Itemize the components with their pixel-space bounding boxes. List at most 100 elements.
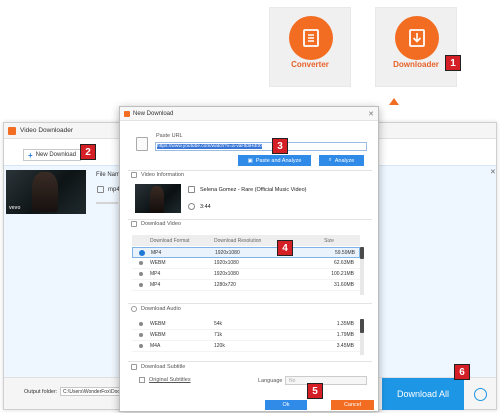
alarm-clock-icon[interactable]: [474, 388, 487, 401]
row-size: 1.79MB: [336, 332, 354, 338]
video-info-label: Video Information: [141, 172, 185, 178]
row-size: 100.21MB: [331, 271, 354, 277]
search-icon: ⌕: [328, 157, 332, 163]
format-icon: [97, 186, 104, 193]
dialog-app-icon: [124, 110, 130, 117]
row-size: 3.45MB: [336, 343, 354, 349]
row-resolution: 1280x720: [214, 282, 236, 288]
download-audio-header: Download Audio: [131, 305, 181, 313]
original-subtitles-label[interactable]: Original Subtitles: [149, 377, 191, 383]
row-format: WEBM: [150, 321, 166, 327]
converter-icon: [289, 16, 333, 60]
row-format: MP4: [150, 271, 161, 277]
close-task-icon[interactable]: ✕: [490, 168, 496, 176]
download-subtitle-header: Download Subtitle: [131, 363, 185, 371]
radio[interactable]: [139, 272, 143, 276]
video-scrollbar[interactable]: [360, 247, 364, 295]
step-badge-6: 6: [454, 364, 470, 380]
music-icon: [188, 186, 195, 193]
video-info-thumbnail: [135, 184, 181, 213]
col-format: Download Format: [150, 237, 190, 244]
pointer-triangle: [389, 98, 399, 105]
app-icon: [8, 126, 16, 135]
converter-label: Converter: [291, 60, 329, 69]
clock-icon: [188, 203, 195, 210]
video-table: MP4 1920x1080 59.59MB WEBM 1920x1080 62.…: [132, 247, 360, 291]
video-duration: 3:44: [200, 204, 211, 210]
table-row[interactable]: MP4 1920x1080 59.59MB: [132, 247, 360, 258]
download-video-label: Download Video: [141, 221, 181, 227]
window-title: Video Downloader: [20, 127, 73, 134]
cancel-button[interactable]: Cancel: [331, 400, 374, 410]
plus-icon: +: [28, 150, 33, 160]
step-badge-2: 2: [80, 144, 96, 160]
clipboard-icon: [136, 137, 148, 151]
downloader-label: Downloader: [393, 60, 439, 69]
format-label: mp4: [108, 187, 120, 193]
radio[interactable]: [139, 261, 143, 265]
subtitle-icon: [131, 364, 137, 370]
row-resolution: 1920x1080: [214, 271, 239, 277]
step-badge-3: 3: [272, 138, 288, 154]
row-size: 31.60MB: [333, 282, 354, 288]
row-format: MP4: [151, 249, 162, 256]
download-subtitle-label: Download Subtitle: [141, 364, 186, 370]
thumb-brand: vevo: [9, 205, 21, 211]
table-row[interactable]: MP4 1920x1080 100.21MB: [132, 269, 360, 280]
video-title: Selena Gomez - Rare (Official Music Vide…: [200, 187, 307, 193]
radio[interactable]: [139, 322, 143, 326]
row-bitrate: 120k: [214, 343, 225, 349]
language-select[interactable]: No: [285, 376, 367, 385]
language-label: Language: [258, 378, 283, 384]
progress-bar: [96, 202, 118, 204]
original-subtitles-checkbox[interactable]: [139, 377, 145, 383]
downloader-tile[interactable]: Downloader: [375, 7, 457, 87]
divider: [128, 303, 372, 304]
radio-selected[interactable]: [139, 249, 145, 256]
screen: Converter Downloader 1 Video Downloader …: [0, 0, 500, 413]
row-size: 59.59MB: [334, 249, 355, 256]
table-row[interactable]: WEBM 1920x1080 62.63MB: [132, 258, 360, 269]
dialog-title: New Download: [133, 110, 174, 117]
row-bitrate: 71k: [214, 332, 223, 338]
table-row[interactable]: WEBM 71k 1.79MB: [132, 330, 360, 341]
table-row[interactable]: MP4 1280x720 31.60MB: [132, 280, 360, 291]
row-format: WEBM: [150, 332, 166, 338]
audio-table: WEBM 54k 1.35MB WEBM 71k 1.79MB M4A 120k…: [132, 319, 360, 352]
download-all-button[interactable]: Download All: [382, 378, 464, 410]
new-download-button[interactable]: + New Download: [23, 149, 81, 161]
url-input[interactable]: https://www.youtube.com/watch?v=a-vaHtdi…: [155, 142, 367, 151]
download-audio-label: Download Audio: [141, 306, 181, 312]
url-value: https://www.youtube.com/watch?v=a-vaHtdi…: [157, 144, 262, 149]
converter-tile[interactable]: Converter: [269, 7, 351, 87]
video-table-header: Download Format Download Resolution Size: [132, 235, 360, 246]
ok-button[interactable]: Ok: [265, 400, 307, 410]
video-icon: [131, 221, 137, 227]
paste-url-label: Paste URL: [156, 133, 183, 139]
video-thumbnail: vevo: [6, 170, 86, 214]
analyze-button[interactable]: ⌕ Analyze: [319, 155, 364, 166]
radio[interactable]: [139, 283, 143, 287]
table-row[interactable]: M4A 120k 3.45MB: [132, 341, 360, 352]
new-download-label: New Download: [35, 152, 77, 158]
paste-icon: ▣: [247, 157, 253, 164]
download-video-header: Download Video: [131, 220, 181, 228]
row-bitrate: 54k: [214, 321, 223, 327]
row-resolution: 1920x1080: [214, 260, 239, 266]
row-format: WEBM: [150, 260, 166, 266]
radio[interactable]: [139, 333, 143, 337]
radio[interactable]: [139, 344, 143, 348]
row-format: MP4: [150, 282, 161, 288]
step-badge-1: 1: [445, 55, 461, 71]
paste-and-analyze-button[interactable]: ▣ Paste and Analyze: [238, 155, 311, 166]
info-icon: [131, 172, 137, 178]
new-download-dialog: New Download ✕ Paste URL https://www.you…: [119, 106, 379, 412]
paste-and-analyze-label: Paste and Analyze: [255, 157, 302, 164]
audio-scrollbar[interactable]: [360, 319, 364, 355]
analyze-label: Analyze: [334, 157, 355, 164]
table-row[interactable]: WEBM 54k 1.35MB: [132, 319, 360, 330]
dialog-titlebar: New Download: [120, 107, 378, 121]
close-icon[interactable]: ✕: [368, 110, 374, 118]
row-size: 62.63MB: [333, 260, 354, 266]
step-badge-5: 5: [307, 383, 323, 399]
